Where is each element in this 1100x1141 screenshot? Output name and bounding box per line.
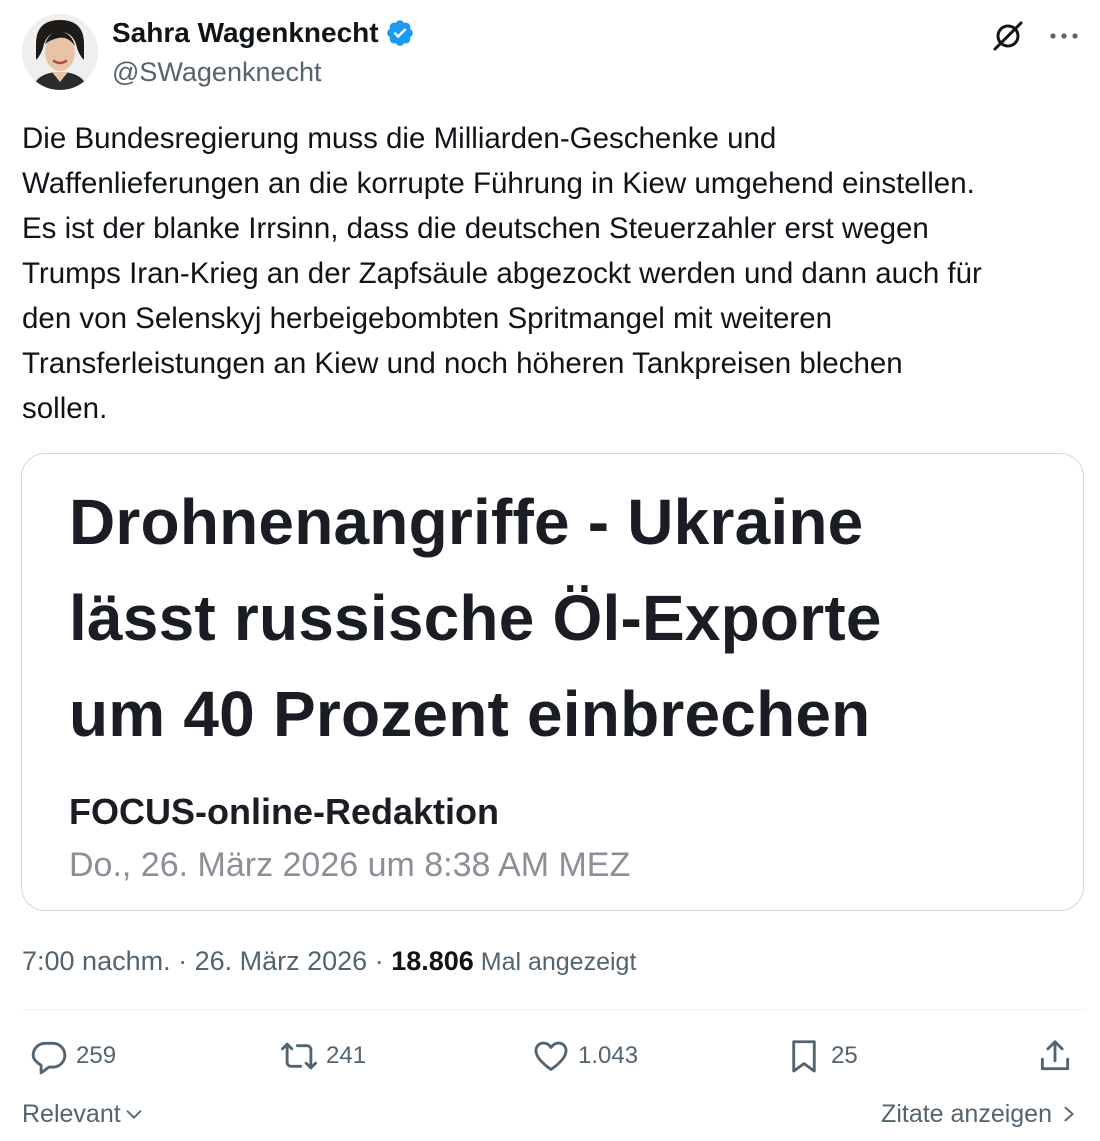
share-button[interactable] [1036, 1030, 1074, 1082]
repost-button[interactable]: 241 [280, 1030, 366, 1082]
repost-count: 241 [326, 1042, 367, 1069]
meta-separator: · [367, 946, 392, 976]
bookmark-button[interactable]: 25 [785, 1030, 858, 1082]
tweet-meta: 7:00 nachm. · 26. März 2026 · 18.806 Mal… [22, 942, 636, 981]
share-icon [1040, 1040, 1070, 1071]
like-button[interactable]: 1.043 [532, 1030, 638, 1082]
tweet-time[interactable]: 7:00 nachm. [22, 946, 171, 976]
bookmark-icon [792, 1040, 816, 1073]
view-quotes-link[interactable]: Zitate anzeigen [881, 1096, 1078, 1132]
reply-icon [31, 1041, 67, 1075]
card-headline: Drohnenangriffe - Ukraine lässt russisch… [69, 474, 882, 762]
reply-count: 259 [76, 1042, 117, 1069]
meta-separator: · [170, 946, 195, 976]
chevron-right-icon [1064, 1106, 1074, 1122]
author-name[interactable]: Sahra Wagenknecht [112, 16, 415, 50]
author-handle[interactable]: @SWagenknecht [112, 56, 322, 88]
tweet-text: Die Bundesregierung muss die Milliarden-… [22, 116, 1088, 431]
reply-button[interactable]: 259 [30, 1030, 116, 1082]
tweet-date[interactable]: 26. März 2026 [195, 946, 368, 976]
views-label: Mal angezeigt [473, 948, 637, 976]
bookmark-count: 25 [831, 1042, 858, 1069]
views-count: 18.806 [391, 946, 474, 976]
sort-replies-dropdown[interactable]: Relevant [22, 1096, 145, 1132]
tweet-text-line: Waffenlieferungen an die korrupte Führun… [22, 167, 975, 200]
heart-icon [534, 1041, 568, 1071]
sort-label: Relevant [22, 1100, 121, 1128]
view-quotes-label: Zitate anzeigen [881, 1100, 1052, 1128]
grok-icon[interactable] [990, 18, 1026, 54]
chevron-down-icon [126, 1110, 142, 1119]
tweet-text-line: sollen. [22, 392, 108, 425]
author-name-text: Sahra Wagenknecht [112, 17, 379, 48]
tweet-text-line: Trumps Iran-Krieg an der Zapfsäule abgez… [22, 257, 982, 290]
card-author: FOCUS-online-Redaktion [69, 791, 499, 832]
tweet-text-line: Die Bundesregierung muss die Milliarden-… [22, 122, 777, 155]
divider [22, 1009, 1084, 1010]
action-bar: 259 241 1.043 25 [0, 1030, 1100, 1082]
avatar-portrait-image [22, 14, 98, 90]
card-headline-line: um 40 Prozent einbrechen [69, 678, 871, 750]
more-options-icon[interactable] [1046, 18, 1082, 54]
tweet-text-line: den von Selenskyj herbeigebombten Spritm… [22, 302, 833, 335]
repost-icon [280, 1042, 318, 1070]
avatar[interactable] [22, 14, 98, 90]
tweet-text-line: Es ist der blanke Irrsinn, dass die deut… [22, 212, 929, 245]
like-count: 1.043 [578, 1042, 639, 1069]
card-headline-line: Drohnenangriffe - Ukraine [69, 486, 864, 558]
tweet-text-line: Transferleistungen an Kiew und noch höhe… [22, 347, 903, 380]
verified-badge-icon[interactable] [385, 18, 415, 48]
media-card[interactable]: Drohnenangriffe - Ukraine lässt russisch… [21, 453, 1084, 911]
card-date: Do., 26. März 2026 um 8:38 AM MEZ [69, 846, 631, 884]
card-headline-line: lässt russische Öl-Exporte [69, 582, 882, 654]
